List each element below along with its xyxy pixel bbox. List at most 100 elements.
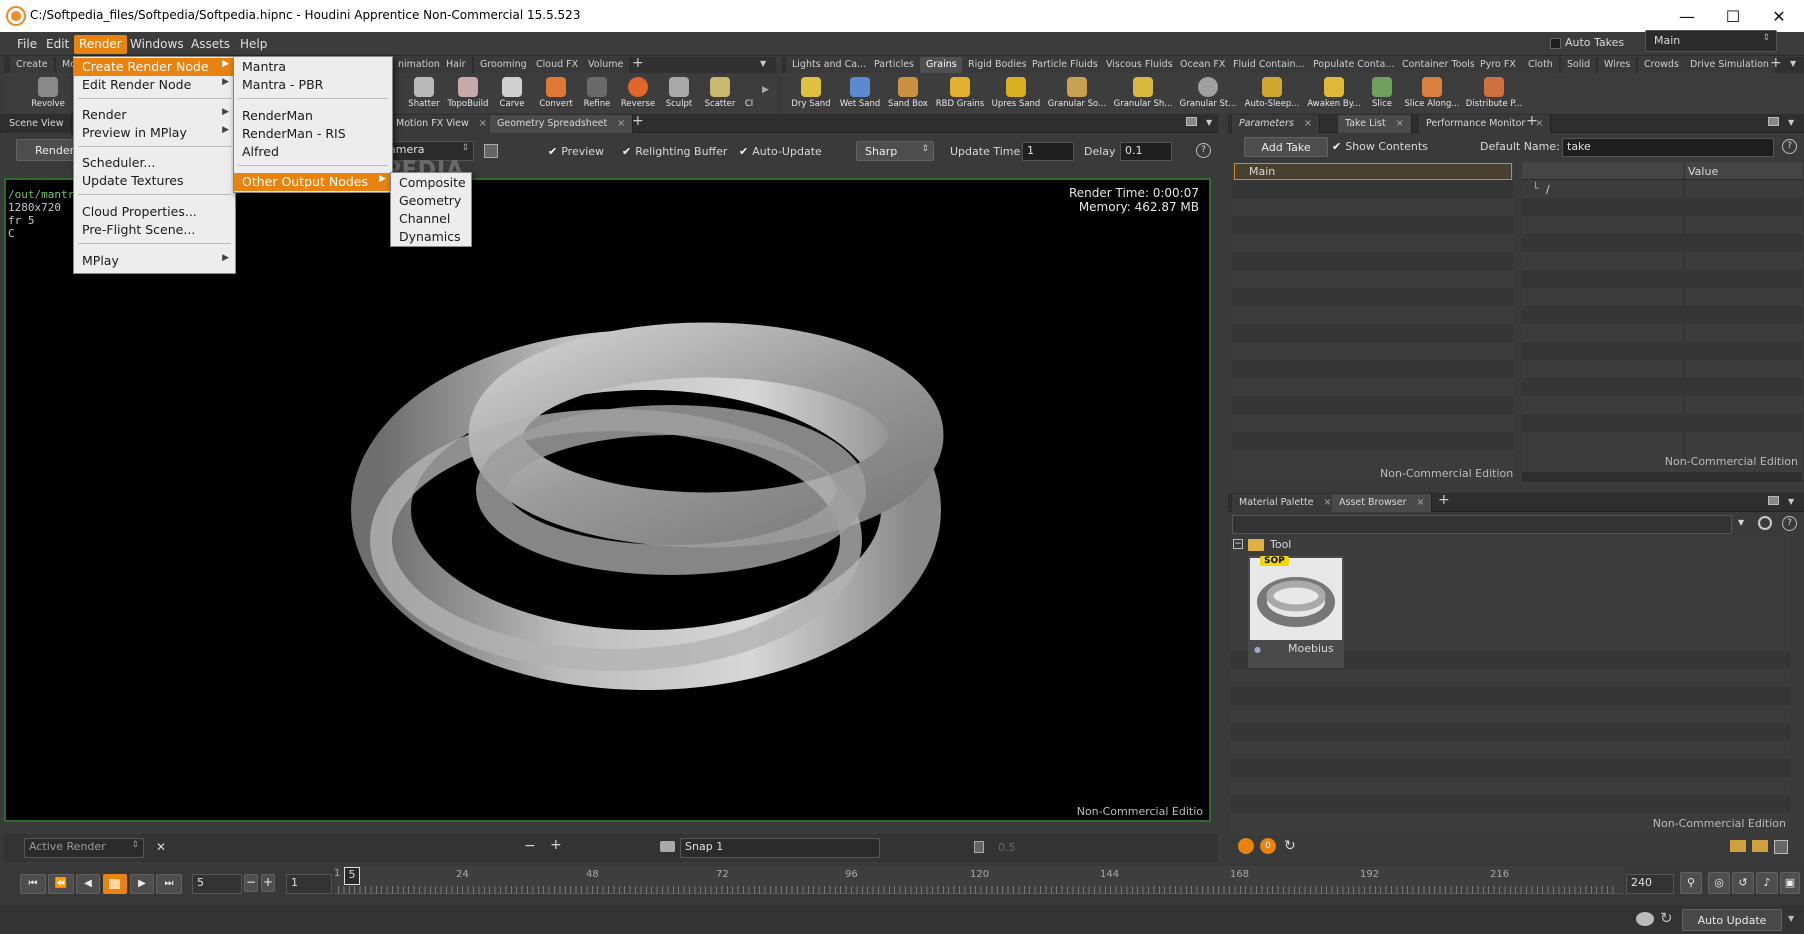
menu-item-pre-flight[interactable]: Pre-Flight Scene... — [74, 221, 235, 239]
menu-edit[interactable]: Edit — [41, 35, 74, 54]
tool-granular-sheet[interactable]: Granular Sh... — [1110, 75, 1176, 113]
refresh-icon[interactable]: ↻ — [1284, 838, 1296, 854]
shelf-tab-create[interactable]: Create — [10, 57, 55, 73]
tab-motion-fx-view[interactable]: Motion FX View × — [389, 115, 495, 133]
jump-start-button[interactable]: ⏮ — [20, 874, 46, 894]
tool-topobuild[interactable]: TopoBuild — [446, 75, 490, 113]
shelf-tab-hair[interactable]: Hair — [440, 57, 473, 73]
compare-icon[interactable] — [974, 841, 984, 853]
start-frame-field[interactable]: 1 — [286, 874, 332, 894]
menu-item-create-render-node[interactable]: Create Render Node ▶ — [74, 58, 235, 76]
take-item-main[interactable]: Main — [1234, 163, 1512, 180]
tool-slice-along[interactable]: Slice Along... — [1400, 75, 1464, 113]
tool-convert[interactable]: Convert — [534, 75, 578, 113]
preview-toggle[interactable]: ✔ Preview — [548, 145, 604, 158]
stop-button[interactable] — [103, 874, 127, 894]
play-reverse-button[interactable]: ◀ — [76, 874, 100, 894]
delay-field[interactable]: 0.1 — [1120, 142, 1172, 161]
maximize-button[interactable]: ☐ — [1710, 0, 1756, 32]
menu-item-renderman-ris[interactable]: RenderMan - RIS — [234, 125, 392, 143]
close-tab-icon[interactable]: × — [1304, 118, 1312, 129]
menu-item-update-textures[interactable]: Update Textures — [74, 172, 235, 190]
menu-item-mantra[interactable]: Mantra — [234, 58, 392, 76]
menu-item-cloud-properties[interactable]: Cloud Properties... — [74, 203, 235, 221]
auto-update-toggle[interactable]: ✔ Auto-Update — [739, 145, 822, 158]
timeline-current-marker[interactable]: 5 — [344, 867, 360, 885]
snapshot-camera-icon[interactable] — [660, 841, 675, 852]
pane-menu-icon[interactable]: ▼ — [1788, 118, 1794, 127]
tool-rbd-grains[interactable]: RBD Grains — [932, 75, 988, 113]
shelf-tab-solid[interactable]: Solid — [1561, 57, 1598, 73]
render-viewport[interactable]: /out/mantra 1280x720 fr 5 C Render Time:… — [4, 178, 1211, 822]
menu-assets[interactable]: Assets — [186, 35, 235, 54]
tool-awaken-by[interactable]: Awaken By... — [1304, 75, 1364, 113]
menu-item-mantra-pbr[interactable]: Mantra - PBR — [234, 76, 392, 94]
folder-open-icon[interactable] — [1730, 840, 1746, 852]
shelf-tab-wires[interactable]: Wires — [1598, 57, 1638, 73]
horizontal-scrollbar[interactable] — [1522, 472, 1802, 482]
close-tab-icon[interactable]: × — [617, 118, 625, 129]
close-tab-icon[interactable]: × — [1416, 497, 1424, 508]
frame-increment-button[interactable]: + — [261, 874, 275, 892]
relighting-buffer-toggle[interactable]: ✔ Relighting Buffer — [622, 145, 727, 158]
shelf-tab-crowds[interactable]: Crowds — [1638, 57, 1686, 73]
tab-parameters[interactable]: Parameters × — [1232, 115, 1320, 133]
camera-lock-icon[interactable] — [484, 144, 498, 158]
tab-geometry-spreadsheet[interactable]: Geometry Spreadsheet × — [490, 115, 634, 133]
shelf-tab-populate-containers[interactable]: Populate Conta... — [1307, 57, 1402, 73]
menu-item-mplay[interactable]: MPlay ▶ — [74, 252, 235, 270]
play-button[interactable]: ▶ — [130, 874, 154, 894]
tool-sand-box[interactable]: Sand Box — [884, 75, 932, 113]
shelf-tab-fluid-containers[interactable]: Fluid Contain... — [1227, 57, 1312, 73]
audio-icon[interactable]: ♪ — [1756, 872, 1778, 894]
help-icon[interactable]: ? — [1782, 139, 1797, 154]
update-time-field[interactable]: 1 — [1022, 142, 1074, 161]
chat-icon[interactable] — [1636, 912, 1654, 926]
shelf-tab-viscous-fluids[interactable]: Viscous Fluids — [1100, 57, 1180, 73]
pane-menu-icon[interactable]: ▼ — [1788, 497, 1794, 506]
step-back-button[interactable]: ⏪ — [48, 874, 74, 894]
menu-windows[interactable]: Windows — [125, 35, 189, 54]
menu-item-edit-render-node[interactable]: Edit Render Node ▶ — [74, 76, 235, 94]
shelf-tab-particle-fluids[interactable]: Particle Fluids — [1026, 57, 1105, 73]
tool-slice[interactable]: Slice — [1364, 75, 1400, 113]
close-button[interactable]: ✕ — [1756, 0, 1802, 32]
global-animation-icon[interactable]: ▣ — [1780, 872, 1800, 894]
tool-upres-sand[interactable]: Upres Sand — [988, 75, 1044, 113]
pane-layout-icon[interactable] — [1186, 117, 1197, 126]
add-take-button[interactable]: Add Take — [1244, 137, 1328, 157]
save-icon[interactable] — [1774, 840, 1788, 854]
shelf-tab-cloud-fx[interactable]: Cloud FX — [530, 57, 586, 73]
menu-item-dynamics[interactable]: Dynamics — [391, 228, 471, 246]
auto-takes-checkbox[interactable] — [1550, 37, 1561, 49]
search-icon[interactable] — [1758, 516, 1772, 530]
pane-menu-icon[interactable]: ▼ — [1206, 118, 1212, 127]
menu-item-channel[interactable]: Channel — [391, 210, 471, 228]
shelf-scroll-right-icon[interactable]: ▶ — [762, 85, 769, 95]
minimize-button[interactable]: — — [1664, 0, 1710, 32]
pane-layout-icon[interactable] — [1768, 117, 1779, 126]
close-tab-icon[interactable]: × — [1396, 118, 1404, 129]
tab-scene-view[interactable]: Scene View — [2, 115, 72, 133]
shelf-tab-drive-simulation[interactable]: Drive Simulation — [1684, 57, 1776, 73]
menu-item-preview-mplay[interactable]: Preview in MPlay ▶ — [74, 124, 235, 142]
default-name-field[interactable]: take — [1562, 138, 1774, 157]
collapse-icon[interactable]: − — [1233, 539, 1243, 549]
menu-item-render[interactable]: Render ▶ — [74, 106, 235, 124]
add-tab-icon[interactable]: + — [1526, 113, 1538, 129]
help-icon[interactable]: ? — [1196, 143, 1211, 158]
tool-revolve[interactable]: Revolve — [26, 75, 70, 113]
shelf-tab-ocean-fx[interactable]: Ocean FX — [1174, 57, 1233, 73]
menu-item-scheduler[interactable]: Scheduler... — [74, 154, 235, 172]
loop-icon[interactable]: ↺ — [1732, 872, 1754, 894]
shelf-menu-icon[interactable]: ▼ — [760, 59, 766, 68]
menu-item-geometry[interactable]: Geometry — [391, 192, 471, 210]
shelf-tab-pyro-fx[interactable]: Pyro FX — [1474, 57, 1523, 73]
zero-badge-icon[interactable]: 0 — [1260, 838, 1276, 854]
menu-item-other-output-nodes[interactable]: Other Output Nodes ▶ — [234, 173, 392, 191]
active-render-select[interactable]: Active Render ⇕ — [24, 838, 144, 858]
add-shelf-icon[interactable]: + — [1770, 55, 1782, 71]
tool-shatter[interactable]: Shatter — [402, 75, 446, 113]
asset-folder-label[interactable]: Tool — [1270, 538, 1291, 551]
tool-granular-strand[interactable]: Granular St... — [1176, 75, 1240, 113]
